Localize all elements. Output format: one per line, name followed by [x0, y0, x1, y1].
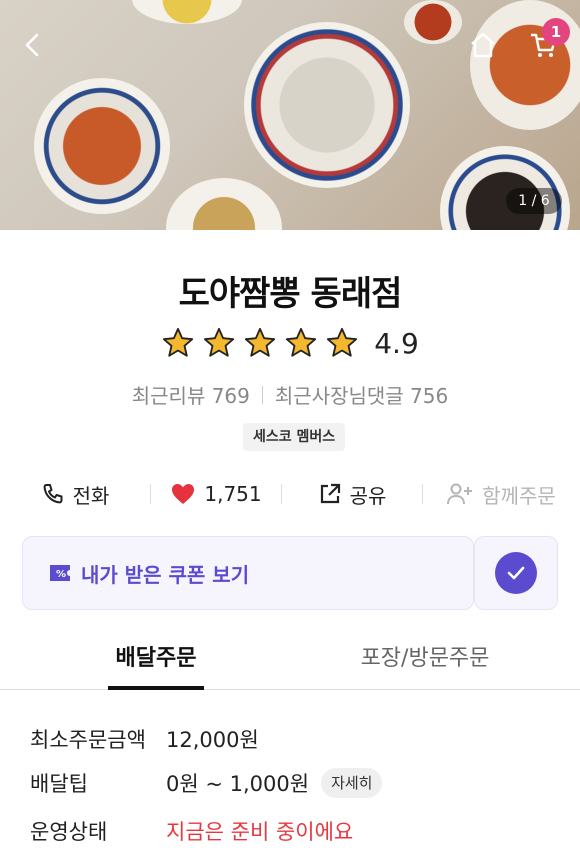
store-actions: 전화 1,751 공유 함께주문 — [0, 474, 580, 514]
food-dish-side — [404, 0, 462, 44]
like-count: 1,751 — [204, 482, 262, 506]
recent-reviews-link[interactable]: 최근리뷰 769 — [132, 380, 250, 409]
rating-value: 4.9 — [374, 326, 419, 360]
share-button[interactable]: 공유 — [282, 480, 422, 509]
home-icon — [471, 32, 495, 58]
group-order-label: 함께주문 — [482, 483, 556, 508]
delivery-tip-detail-button[interactable]: 자세히 — [321, 768, 383, 798]
coupon-icon: % — [50, 565, 70, 581]
status-row: 운영상태 지금은 준비 중이에요 — [30, 816, 570, 846]
delivery-tip-label: 배달팁 — [30, 772, 88, 796]
phone-icon — [43, 484, 63, 504]
order-type-tabs: 배달주문 포장/방문주문 — [0, 640, 580, 690]
star-icon — [327, 327, 358, 357]
min-order-row: 최소주문금액 12,000원 — [30, 724, 570, 754]
rating-row: 4.9 — [0, 326, 580, 360]
food-dish-left — [34, 78, 170, 214]
chevron-left-icon — [25, 33, 39, 57]
back-button[interactable] — [16, 28, 50, 62]
star-icon — [286, 327, 317, 357]
food-dish-top — [132, 0, 242, 24]
coupon-button[interactable]: % 내가 받은 쿠폰 보기 — [22, 536, 474, 610]
check-icon — [507, 566, 525, 580]
call-label: 전화 — [72, 483, 110, 508]
star-icon — [245, 327, 276, 357]
heart-icon — [172, 484, 195, 504]
food-dish-center — [244, 22, 410, 188]
food-dish-small — [166, 178, 282, 230]
min-order-label: 최소주문금액 — [30, 728, 146, 752]
delivery-tip-row: 배달팁 0원 ~ 1,000원 자세히 — [30, 768, 570, 798]
coupon-check-button[interactable] — [474, 536, 558, 610]
membership-badge: 세스코 멤버스 — [243, 423, 346, 451]
svg-text:%: % — [56, 569, 66, 580]
owner-replies-link[interactable]: 최근사장님댓글 756 — [275, 380, 448, 409]
tab-pickup[interactable]: 포장/방문주문 — [340, 640, 510, 690]
like-button[interactable]: 1,751 — [151, 482, 281, 506]
status-value: 지금은 준비 중이에요 — [166, 820, 354, 844]
status-label: 운영상태 — [30, 820, 108, 844]
review-counts: 최근리뷰 769 최근사장님댓글 756 — [0, 380, 580, 409]
image-counter: 1 / 6 — [506, 188, 562, 214]
min-order-value: 12,000원 — [166, 728, 259, 752]
call-button[interactable]: 전화 — [0, 480, 150, 509]
store-hero-image[interactable]: 1 1 / 6 — [0, 0, 580, 230]
star-icon — [163, 327, 194, 357]
tab-delivery[interactable]: 배달주문 — [108, 640, 204, 690]
cart-count-badge: 1 — [542, 18, 570, 46]
home-button[interactable] — [466, 28, 500, 62]
share-label: 공유 — [349, 483, 387, 508]
delivery-tip-value: 0원 ~ 1,000원 — [166, 772, 310, 796]
store-name: 도야짬뽕 동래점 — [178, 274, 403, 314]
group-order-button[interactable]: 함께주문 — [423, 480, 579, 509]
add-person-icon — [447, 483, 473, 505]
check-circle — [495, 552, 537, 594]
divider — [261, 385, 263, 404]
coupon-label: 내가 받은 쿠폰 보기 — [81, 562, 250, 587]
star-icon — [204, 327, 235, 357]
share-icon — [320, 483, 340, 504]
